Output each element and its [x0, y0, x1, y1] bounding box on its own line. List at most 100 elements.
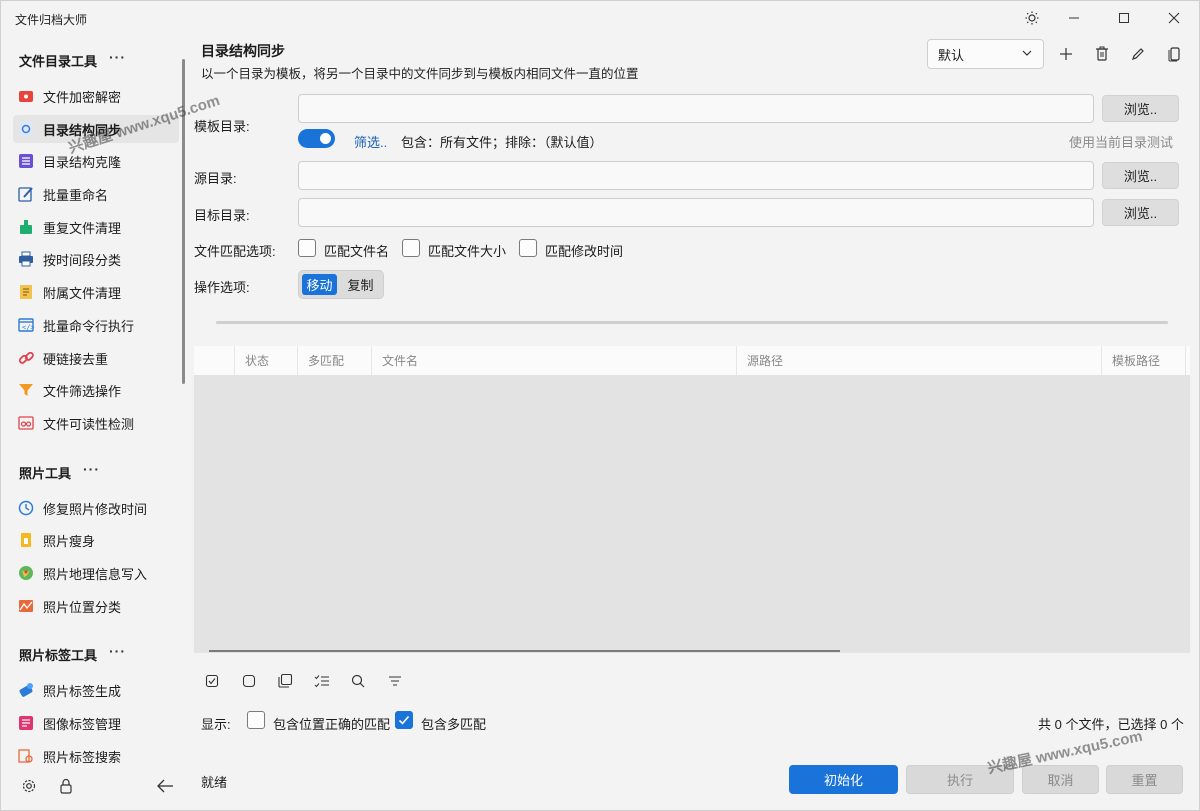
filter-button[interactable] [386, 672, 404, 690]
maximize-button[interactable] [1106, 5, 1142, 31]
app-title: 文件归档大师 [15, 13, 88, 27]
sidebar-item-phototime[interactable]: 修复照片修改时间 [13, 494, 179, 522]
operation-label: 操作选项: [194, 280, 250, 295]
delete-preset-button[interactable] [1091, 43, 1113, 65]
match-name-checkbox[interactable] [298, 239, 316, 257]
initialize-button[interactable]: 初始化 [789, 765, 898, 794]
add-preset-button[interactable] [1055, 43, 1077, 65]
column-filename[interactable]: 文件名 [372, 346, 737, 375]
sidebar-item-readable[interactable]: 文件可读性检测 [13, 409, 179, 437]
match-options-label: 文件匹配选项: [194, 244, 276, 259]
match-time-checkbox[interactable] [519, 239, 537, 257]
test-current-dir-link[interactable]: 使用当前目录测试 [1069, 132, 1173, 151]
rename-icon [17, 185, 35, 203]
close-button[interactable] [1156, 5, 1192, 31]
show-multi-checkbox[interactable] [395, 711, 413, 729]
checkmark-icon [398, 715, 410, 725]
column-template-path[interactable]: 模板路径 [1102, 346, 1186, 375]
table-header: 状态 多匹配 文件名 源路径 模板路径 [194, 346, 1190, 375]
lock-button[interactable] [56, 776, 76, 796]
sidebar-item-label: 文件加密解密 [43, 89, 122, 105]
sidebar-item-taggen[interactable]: 照片标签生成 [13, 676, 179, 704]
cancel-button[interactable]: 取消 [1022, 765, 1099, 794]
minimize-button[interactable] [1056, 5, 1092, 31]
filter-link[interactable]: 筛选.. [354, 132, 387, 151]
toggle-knob [320, 133, 331, 144]
sidebar-item-dedupe[interactable]: 重复文件清理 [13, 213, 179, 241]
sidebar-item-tagmgr[interactable]: 图像标签管理 [13, 709, 179, 737]
filter-toggle[interactable] [298, 129, 335, 148]
table-horizontal-scrollbar[interactable] [209, 650, 840, 652]
edit-preset-button[interactable] [1127, 43, 1149, 65]
sun-icon [1025, 11, 1039, 25]
deselect-button[interactable] [240, 672, 258, 690]
globe-icon [17, 564, 35, 582]
multi-select-icon [278, 673, 293, 688]
operation-segmented: 移动 复制 [298, 270, 384, 299]
maximize-icon [1119, 13, 1129, 23]
sidebar-item-label: 修复照片修改时间 [43, 501, 148, 517]
target-browse-button[interactable]: 浏览.. [1102, 199, 1179, 226]
show-correct-label: 包含位置正确的匹配 [273, 717, 391, 732]
checklist-button[interactable] [313, 672, 331, 690]
copy-icon [1168, 47, 1180, 62]
group-title-photo-tools: 照片工具 [19, 466, 72, 481]
show-label: 显示: [201, 717, 231, 732]
sidebar-item-timesort[interactable]: 按时间段分类 [13, 245, 179, 273]
column-source-path[interactable]: 源路径 [737, 346, 1102, 375]
sidebar-item-location[interactable]: 照片位置分类 [13, 592, 179, 620]
show-correct-checkbox[interactable] [247, 711, 265, 729]
invert-selection-button[interactable] [276, 672, 294, 690]
sidebar-item-geo[interactable]: 照片地理信息写入 [13, 559, 179, 587]
sidebar-item-clone[interactable]: 目录结构克隆 [13, 147, 179, 175]
copy-preset-button[interactable] [1164, 43, 1186, 65]
column-select[interactable] [194, 346, 235, 375]
tag-search-icon [17, 747, 35, 765]
reset-button[interactable]: 重置 [1106, 765, 1183, 794]
search-button[interactable] [349, 672, 367, 690]
sidebar-item-photoslim[interactable]: 照片瘦身 [13, 526, 179, 554]
arrow-left-icon [157, 779, 173, 793]
group-more-button[interactable]: ··· [109, 643, 126, 659]
select-all-button[interactable] [203, 672, 221, 690]
template-dir-input[interactable] [298, 94, 1094, 123]
printer-icon [17, 250, 35, 268]
sidebar-item-hardlink[interactable]: 硬链接去重 [13, 344, 179, 372]
sidebar-item-tagsearch[interactable]: 照片标签搜索 [13, 742, 179, 765]
funnel-icon [17, 381, 35, 399]
list-icon [17, 152, 35, 170]
preset-select[interactable]: 默认 [927, 39, 1044, 69]
sidebar-item-filter[interactable]: 文件筛选操作 [13, 376, 179, 404]
op-move-option[interactable]: 移动 [302, 274, 337, 295]
sidebar-item-label: 照片标签搜索 [43, 749, 122, 765]
group-more-button[interactable]: ··· [109, 49, 126, 65]
match-size-checkbox[interactable] [402, 239, 420, 257]
sidebar-item-label: 重复文件清理 [43, 220, 122, 236]
sidebar-item-label: 照片瘦身 [43, 533, 96, 549]
collapse-sidebar-button[interactable] [155, 776, 175, 796]
sidebar-item-encrypt[interactable]: 文件加密解密 [13, 82, 179, 110]
theme-toggle-button[interactable] [1014, 5, 1050, 31]
column-status[interactable]: 状态 [235, 346, 298, 375]
sync-icon [17, 120, 35, 138]
check-square-icon [205, 674, 219, 688]
results-table[interactable]: 状态 多匹配 文件名 源路径 模板路径 [194, 346, 1190, 653]
sidebar-item-attach[interactable]: 附属文件清理 [13, 278, 179, 306]
settings-button[interactable] [19, 776, 39, 796]
source-browse-button[interactable]: 浏览.. [1102, 162, 1179, 189]
sidebar-item-cmd[interactable]: </> 批量命令行执行 [13, 311, 179, 339]
ai-tag-icon [17, 681, 35, 699]
target-dir-input[interactable] [298, 198, 1094, 227]
map-icon [17, 597, 35, 615]
square-icon [242, 674, 256, 688]
sidebar-item-label: 文件筛选操作 [43, 383, 122, 399]
target-dir-label: 目标目录: [194, 208, 250, 223]
sidebar-item-label: 批量命令行执行 [43, 318, 135, 334]
op-copy-option[interactable]: 复制 [343, 274, 378, 295]
column-multi[interactable]: 多匹配 [298, 346, 372, 375]
source-dir-input[interactable] [298, 161, 1094, 190]
sidebar-item-rename[interactable]: 批量重命名 [13, 180, 179, 208]
page-subtitle: 以一个目录为模板，将另一个目录中的文件同步到与模板内相同文件一直的位置 [201, 67, 639, 81]
template-browse-button[interactable]: 浏览.. [1102, 95, 1179, 122]
group-more-button[interactable]: ··· [83, 461, 100, 477]
